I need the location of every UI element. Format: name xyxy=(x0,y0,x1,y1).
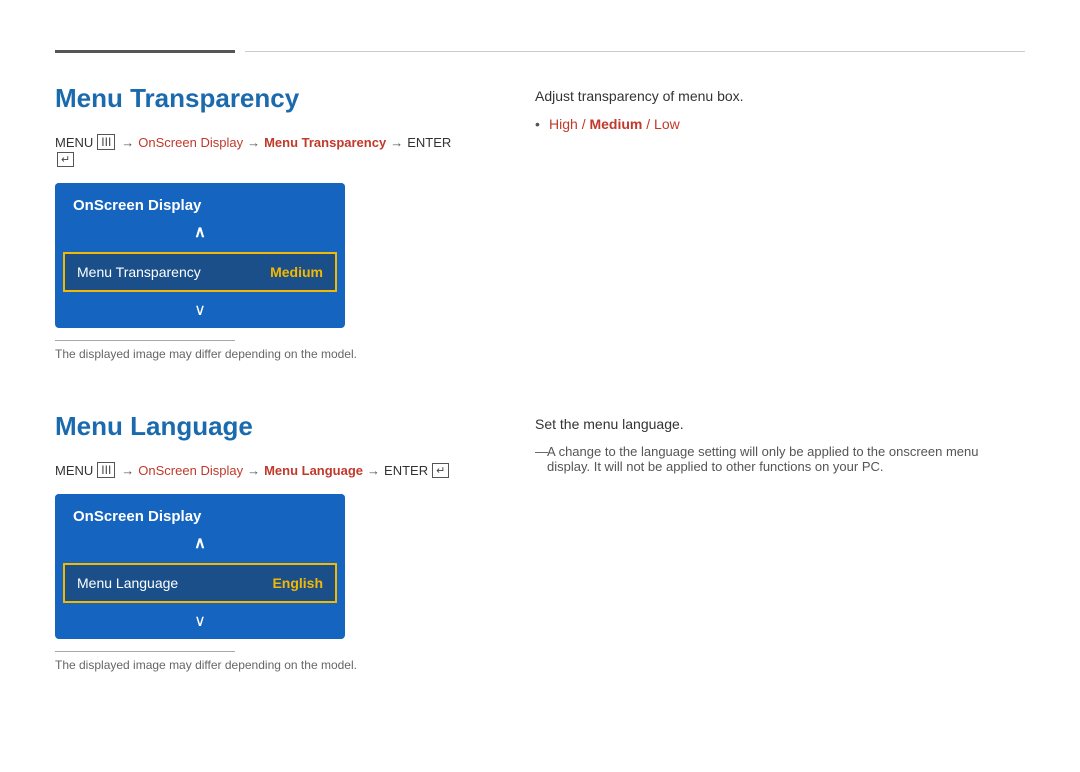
breadcrumb-language: MENU III → OnScreen Display → Menu Langu… xyxy=(55,462,455,478)
menu-icon-language: III xyxy=(97,462,115,478)
top-divider-right xyxy=(245,51,1025,52)
section-divider-transparency xyxy=(55,340,235,341)
arrow3: → xyxy=(390,135,403,150)
option-low: Low xyxy=(654,116,680,132)
menu-box-header-language: OnScreen Display xyxy=(55,494,345,563)
chevron-down-transparency xyxy=(55,292,345,328)
top-divider-left xyxy=(55,50,235,53)
options-list-transparency: High / Medium / Low xyxy=(535,116,1025,132)
section-title-transparency: Menu Transparency xyxy=(55,83,455,114)
breadcrumb-transparency: MENU III → OnScreen Display → Menu Trans… xyxy=(55,134,455,167)
menu-box-item-language: Menu Language English xyxy=(63,563,337,603)
chevron-up-transparency xyxy=(73,220,327,244)
menu-icon-transparency: III xyxy=(97,134,115,150)
option-sep2: / xyxy=(646,116,654,132)
section-menu-language: Menu Language MENU III → OnScreen Displa… xyxy=(55,411,1025,672)
options-highlight-transparency: High / Medium / Low xyxy=(549,116,680,132)
menu-box-item-transparency: Menu Transparency Medium xyxy=(63,252,337,292)
section-title-language: Menu Language xyxy=(55,411,455,442)
section-menu-transparency: Menu Transparency MENU III → OnScreen Di… xyxy=(55,83,1025,361)
breadcrumb-menu-label: MENU xyxy=(55,135,93,150)
menu-box-transparency: OnScreen Display Menu Transparency Mediu… xyxy=(55,183,345,328)
chevron-up-icon xyxy=(194,222,206,242)
arrow-lang1: → xyxy=(121,463,134,478)
item-value-transparency: Medium xyxy=(270,264,323,280)
chevron-down-icon-lang xyxy=(194,611,206,631)
item-label-language: Menu Language xyxy=(77,575,178,591)
description-transparency: Adjust transparency of menu box. xyxy=(535,88,1025,104)
arrow-lang2: → xyxy=(247,463,260,478)
breadcrumb-enter-label: ENTER xyxy=(407,135,451,150)
section-left-language: Menu Language MENU III → OnScreen Displa… xyxy=(55,411,455,672)
breadcrumb-enter-label-lang: ENTER xyxy=(384,463,428,478)
arrow-lang3: → xyxy=(367,463,380,478)
top-divider xyxy=(55,50,1025,53)
menu-box-title-language: OnScreen Display xyxy=(73,508,201,525)
chevron-down-icon xyxy=(194,300,206,320)
section-left-transparency: Menu Transparency MENU III → OnScreen Di… xyxy=(55,83,455,361)
enter-icon-transparency: ↵ xyxy=(57,152,74,167)
section-right-language: Set the menu language. A change to the l… xyxy=(455,411,1025,672)
item-value-language: English xyxy=(272,575,323,591)
arrow1: → xyxy=(121,135,134,150)
breadcrumb-menu-label-lang: MENU xyxy=(55,463,93,478)
menu-box-title-transparency: OnScreen Display xyxy=(73,197,201,214)
breadcrumb-onscreen-link-lang: OnScreen Display xyxy=(138,463,243,478)
section-right-transparency: Adjust transparency of menu box. High / … xyxy=(455,83,1025,361)
chevron-down-language xyxy=(55,603,345,639)
breadcrumb-onscreen-link: OnScreen Display xyxy=(138,135,243,150)
menu-box-header-transparency: OnScreen Display xyxy=(55,183,345,252)
chevron-up-icon-lang xyxy=(194,533,206,553)
note-text-transparency: The displayed image may differ depending… xyxy=(55,347,455,361)
item-label-transparency: Menu Transparency xyxy=(77,264,201,280)
enter-icon-language: ↵ xyxy=(432,463,449,478)
breadcrumb-active-transparency: Menu Transparency xyxy=(264,135,386,150)
note-text-language: The displayed image may differ depending… xyxy=(55,658,455,672)
description-language: Set the menu language. xyxy=(535,416,1025,432)
chevron-up-language xyxy=(73,531,327,555)
arrow2: → xyxy=(247,135,260,150)
menu-box-language: OnScreen Display Menu Language English xyxy=(55,494,345,639)
options-item-transparency: High / Medium / Low xyxy=(535,116,1025,132)
option-medium: Medium xyxy=(589,116,642,132)
option-high: High xyxy=(549,116,578,132)
info-note-language: A change to the language setting will on… xyxy=(535,444,1025,474)
section-divider-language xyxy=(55,651,235,652)
breadcrumb-active-language: Menu Language xyxy=(264,463,363,478)
